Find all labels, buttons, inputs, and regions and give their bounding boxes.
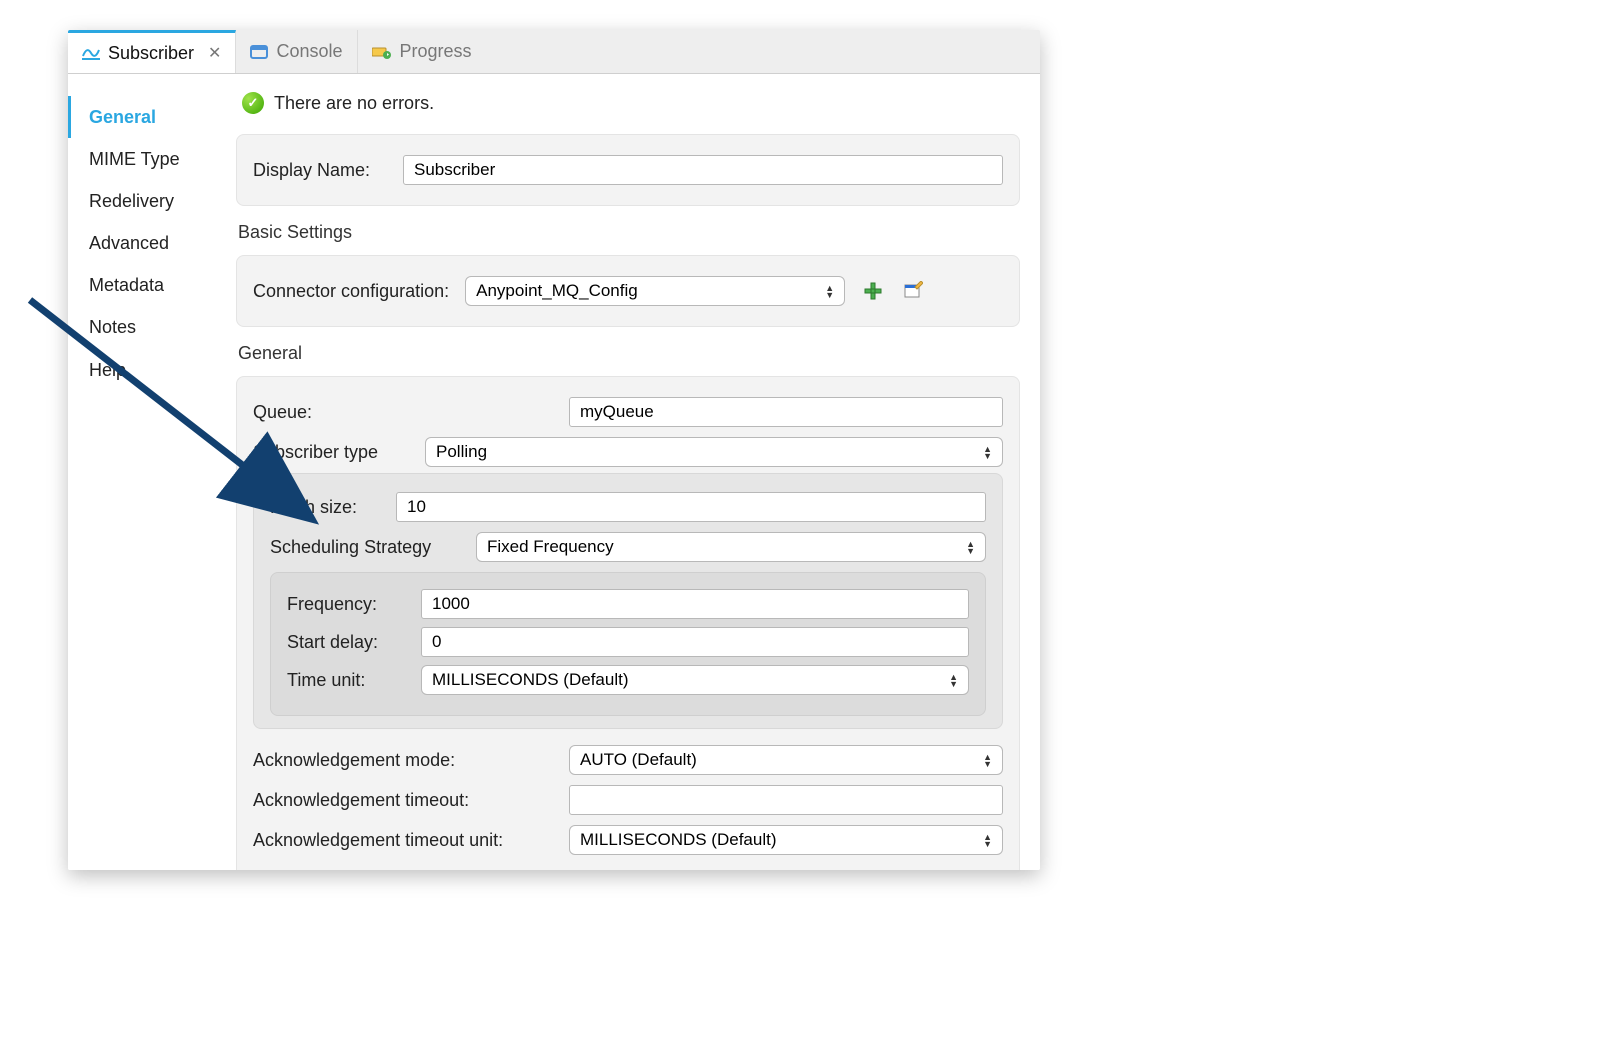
basic-settings-group: Connector configuration: Anypoint_MQ_Con… xyxy=(236,255,1020,327)
chevron-updown-icon: ▲▼ xyxy=(983,834,992,847)
tab-label: Progress xyxy=(400,41,472,62)
sidenav-item-metadata[interactable]: Metadata xyxy=(68,264,228,306)
sidenav-item-notes[interactable]: Notes xyxy=(68,306,228,348)
status-text: There are no errors. xyxy=(274,93,434,114)
fixed-frequency-subgroup: Frequency: Start delay: Time unit: MILLI… xyxy=(270,572,986,716)
frequency-input[interactable] xyxy=(421,589,969,619)
subscriber-type-select[interactable]: Polling ▲▼ xyxy=(425,437,1003,467)
close-icon[interactable]: ✕ xyxy=(208,43,221,63)
ack-mode-label: Acknowledgement mode: xyxy=(253,750,553,771)
content-area: ✓ There are no errors. Display Name: Bas… xyxy=(228,74,1040,870)
ack-timeout-unit-value: MILLISECONDS (Default) xyxy=(580,830,777,850)
start-delay-input[interactable] xyxy=(421,627,969,657)
scheduling-strategy-value: Fixed Frequency xyxy=(487,537,614,557)
ack-timeout-unit-label: Acknowledgement timeout unit: xyxy=(253,830,553,851)
subscriber-icon xyxy=(82,46,100,60)
side-nav: General MIME Type Redelivery Advanced Me… xyxy=(68,74,228,870)
fetch-size-input[interactable] xyxy=(396,492,986,522)
ack-mode-select[interactable]: AUTO (Default) ▲▼ xyxy=(569,745,1003,775)
connector-config-value: Anypoint_MQ_Config xyxy=(476,281,638,301)
edit-config-button[interactable] xyxy=(901,279,925,303)
chevron-updown-icon: ▲▼ xyxy=(983,446,992,459)
fetch-size-label: Fetch size: xyxy=(270,497,380,518)
ack-timeout-label: Acknowledgement timeout: xyxy=(253,790,553,811)
sidenav-item-general[interactable]: General xyxy=(68,96,228,138)
tab-bar: Subscriber ✕ Console Progress xyxy=(68,30,1040,74)
chevron-updown-icon: ▲▼ xyxy=(966,541,975,554)
display-name-input[interactable] xyxy=(403,155,1003,185)
sidenav-item-help[interactable]: Help xyxy=(68,349,228,391)
tab-label: Console xyxy=(276,41,342,62)
start-delay-label: Start delay: xyxy=(287,632,405,653)
subscriber-type-value: Polling xyxy=(436,442,487,462)
queue-input[interactable] xyxy=(569,397,1003,427)
tab-progress[interactable]: Progress xyxy=(358,30,486,73)
chevron-updown-icon: ▲▼ xyxy=(949,674,958,687)
scheduling-strategy-label: Scheduling Strategy xyxy=(270,537,460,558)
general-group: Queue: Subscriber type Polling ▲▼ Fetch … xyxy=(236,376,1020,870)
queue-label: Queue: xyxy=(253,402,553,423)
sidenav-item-redelivery[interactable]: Redelivery xyxy=(68,180,228,222)
ack-mode-value: AUTO (Default) xyxy=(580,750,697,770)
general-section-title: General xyxy=(236,337,1020,370)
add-config-button[interactable] xyxy=(861,279,885,303)
panel-body: General MIME Type Redelivery Advanced Me… xyxy=(68,74,1040,870)
tab-console[interactable]: Console xyxy=(236,30,357,73)
tab-subscriber[interactable]: Subscriber ✕ xyxy=(68,30,236,73)
progress-icon xyxy=(372,45,392,59)
sidenav-item-mime-type[interactable]: MIME Type xyxy=(68,138,228,180)
scheduling-strategy-select[interactable]: Fixed Frequency ▲▼ xyxy=(476,532,986,562)
subscriber-type-label: Subscriber type xyxy=(253,442,409,463)
ok-icon: ✓ xyxy=(242,92,264,114)
connector-config-label: Connector configuration: xyxy=(253,281,449,302)
ack-timeout-input[interactable] xyxy=(569,785,1003,815)
display-name-label: Display Name: xyxy=(253,160,387,181)
sidenav-item-advanced[interactable]: Advanced xyxy=(68,222,228,264)
tab-label: Subscriber xyxy=(108,43,194,64)
basic-settings-title: Basic Settings xyxy=(236,216,1020,249)
status-row: ✓ There are no errors. xyxy=(236,88,1020,128)
chevron-updown-icon: ▲▼ xyxy=(825,285,834,298)
ack-timeout-unit-select[interactable]: MILLISECONDS (Default) ▲▼ xyxy=(569,825,1003,855)
time-unit-label: Time unit: xyxy=(287,670,405,691)
frequency-label: Frequency: xyxy=(287,594,405,615)
config-panel: Subscriber ✕ Console Progress General MI… xyxy=(68,30,1040,870)
console-icon xyxy=(250,45,268,59)
time-unit-select[interactable]: MILLISECONDS (Default) ▲▼ xyxy=(421,665,969,695)
time-unit-value: MILLISECONDS (Default) xyxy=(432,670,629,690)
chevron-updown-icon: ▲▼ xyxy=(983,754,992,767)
display-name-group: Display Name: xyxy=(236,134,1020,206)
connector-config-select[interactable]: Anypoint_MQ_Config ▲▼ xyxy=(465,276,845,306)
polling-subgroup: Fetch size: Scheduling Strategy Fixed Fr… xyxy=(253,473,1003,729)
